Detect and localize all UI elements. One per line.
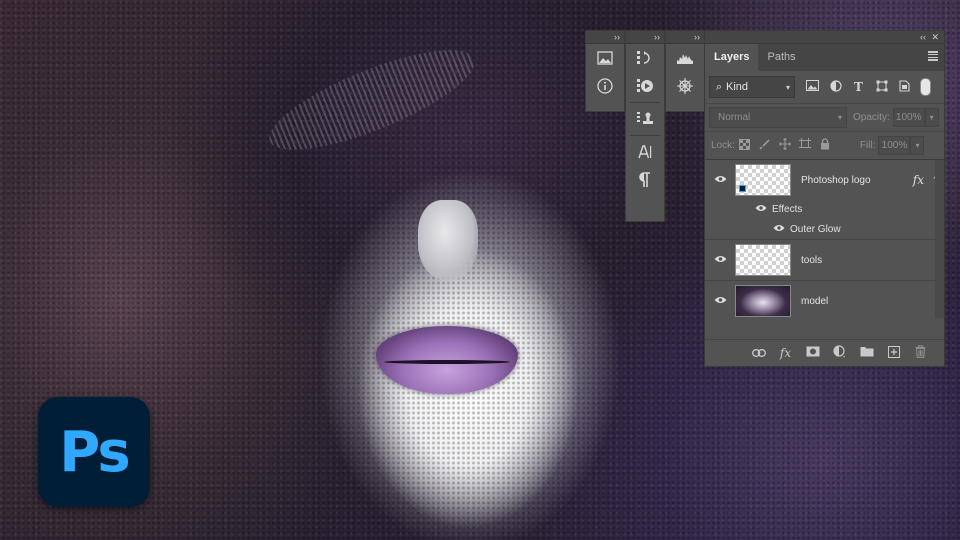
lock-all-icon[interactable] bbox=[815, 138, 835, 153]
image-icon bbox=[597, 51, 613, 65]
clone-source-icon bbox=[637, 112, 653, 124]
model-lip-line bbox=[384, 360, 510, 364]
effects-label: Effects bbox=[772, 204, 803, 215]
effect-name: Outer Glow bbox=[790, 223, 841, 235]
opacity-label: Opacity: bbox=[853, 112, 890, 123]
filter-kind-select[interactable]: ⌕ Kind ▾ bbox=[709, 76, 795, 98]
clone-source-panel-button[interactable] bbox=[626, 105, 664, 133]
lock-row: Lock: Fill: 100% ▾ bbox=[705, 131, 944, 160]
paragraph-panel-button[interactable] bbox=[626, 166, 664, 194]
eye-icon[interactable] bbox=[705, 174, 735, 186]
fill-dropdown-button[interactable]: ▾ bbox=[910, 136, 925, 155]
blend-mode-value: Normal bbox=[718, 112, 751, 123]
layer-name[interactable]: model bbox=[801, 296, 828, 307]
adjustment-layer-icon[interactable] bbox=[826, 345, 853, 361]
chevron-down-icon: ▾ bbox=[785, 82, 790, 92]
new-group-icon[interactable] bbox=[853, 346, 880, 360]
search-icon: ⌕ bbox=[715, 80, 723, 93]
panel-collapse-bar: ‹‹ ✕ bbox=[705, 31, 944, 44]
navigator-panel-button[interactable] bbox=[666, 72, 704, 100]
blend-mode-select[interactable]: Normal ▾ bbox=[709, 107, 847, 128]
image-panel-button[interactable] bbox=[586, 44, 624, 72]
lock-artboard-icon[interactable] bbox=[795, 138, 815, 153]
filter-toggle-switch[interactable] bbox=[920, 78, 931, 96]
layers-scrollbar[interactable] bbox=[935, 160, 944, 318]
effects-row[interactable]: Effects bbox=[705, 200, 944, 219]
shape-filter-icon[interactable] bbox=[870, 80, 893, 95]
eye-icon[interactable] bbox=[773, 224, 785, 235]
layers-bottom-toolbar: fx bbox=[705, 339, 944, 366]
panel-menu-icon[interactable] bbox=[928, 51, 938, 61]
layer-row-photoshop-logo[interactable]: Photoshop logo fx ⌃ Effects Outer Glow bbox=[705, 160, 944, 240]
effect-item-row[interactable]: Outer Glow bbox=[705, 219, 944, 240]
layer-fx-icon[interactable]: fx bbox=[913, 173, 924, 187]
chevron-down-icon: ▾ bbox=[837, 113, 842, 122]
eye-icon[interactable] bbox=[755, 204, 767, 215]
history-icon bbox=[637, 51, 650, 64]
dock-column-3-expand[interactable]: ›› bbox=[666, 31, 704, 44]
tab-paths[interactable]: Paths bbox=[758, 44, 804, 71]
fill-label: Fill: bbox=[859, 140, 876, 151]
smart-object-filter-icon[interactable] bbox=[893, 79, 916, 95]
panel-tabs: Layers Paths bbox=[705, 44, 944, 71]
dock-column-3: ›› bbox=[665, 30, 705, 112]
layers-panel: ‹‹ ✕ Layers Paths ⌕ Kind ▾ T Normal ▾ Op… bbox=[704, 30, 945, 367]
info-icon bbox=[597, 78, 613, 94]
lock-position-icon[interactable] bbox=[775, 137, 795, 153]
dock-separator bbox=[630, 102, 660, 103]
info-panel-button[interactable] bbox=[586, 72, 624, 100]
pixel-filter-icon[interactable] bbox=[801, 80, 824, 94]
paragraph-icon bbox=[639, 172, 650, 187]
character-icon bbox=[638, 145, 652, 159]
adjustment-filter-icon[interactable] bbox=[824, 79, 847, 95]
blend-row: Normal ▾ Opacity: 100% ▾ bbox=[705, 103, 944, 131]
layer-name[interactable]: Photoshop logo bbox=[801, 175, 871, 186]
dock-column-2-expand[interactable]: ›› bbox=[626, 31, 664, 44]
collapse-panels-button[interactable]: ‹‹ bbox=[920, 32, 926, 42]
histogram-panel-button[interactable] bbox=[666, 44, 704, 72]
layer-row-model[interactable]: model bbox=[705, 281, 944, 321]
dock-column-1-expand[interactable]: ›› bbox=[586, 31, 624, 44]
layer-thumbnail bbox=[735, 285, 791, 317]
layer-thumbnail bbox=[735, 164, 791, 196]
close-panel-button[interactable]: ✕ bbox=[931, 31, 939, 43]
type-filter-icon[interactable]: T bbox=[847, 80, 870, 94]
layer-thumbnail bbox=[735, 244, 791, 276]
history-panel-button[interactable] bbox=[626, 44, 664, 72]
fill-field[interactable]: 100% bbox=[878, 136, 911, 155]
layer-row-tools[interactable]: tools bbox=[705, 240, 944, 281]
logo-thumbnail-mark bbox=[739, 185, 746, 192]
dock-column-2: ›› bbox=[625, 30, 665, 222]
filter-kind-label: Kind bbox=[726, 81, 749, 93]
photoshop-logo-text: Ps bbox=[59, 419, 130, 485]
character-panel-button[interactable] bbox=[626, 138, 664, 166]
model-nose bbox=[418, 200, 478, 280]
lock-label: Lock: bbox=[711, 140, 735, 151]
new-layer-icon[interactable] bbox=[880, 345, 907, 361]
layers-list: Photoshop logo fx ⌃ Effects Outer Glow bbox=[705, 160, 944, 318]
eye-icon[interactable] bbox=[705, 295, 735, 307]
photoshop-logo: Ps bbox=[38, 397, 150, 507]
delete-layer-icon[interactable] bbox=[907, 345, 934, 361]
filter-row: ⌕ Kind ▾ T bbox=[705, 71, 944, 103]
navigator-icon bbox=[677, 78, 693, 94]
opacity-field[interactable]: 100% bbox=[892, 108, 925, 127]
add-style-icon[interactable]: fx bbox=[772, 346, 799, 360]
dock-separator bbox=[630, 135, 660, 136]
layer-name[interactable]: tools bbox=[801, 255, 822, 266]
tab-layers[interactable]: Layers bbox=[705, 44, 759, 71]
add-mask-icon[interactable] bbox=[799, 346, 826, 360]
lock-image-pixels-icon[interactable] bbox=[755, 138, 775, 153]
actions-icon bbox=[637, 79, 653, 92]
actions-panel-button[interactable] bbox=[626, 72, 664, 100]
link-layers-icon[interactable] bbox=[745, 346, 772, 360]
lock-transparent-pixels-icon[interactable] bbox=[735, 138, 755, 153]
eye-icon[interactable] bbox=[705, 254, 735, 266]
layer-item[interactable]: Photoshop logo fx ⌃ bbox=[705, 160, 944, 200]
dock-column-1: ›› bbox=[585, 30, 625, 112]
opacity-dropdown-button[interactable]: ▾ bbox=[924, 108, 939, 127]
histogram-icon bbox=[677, 54, 693, 64]
